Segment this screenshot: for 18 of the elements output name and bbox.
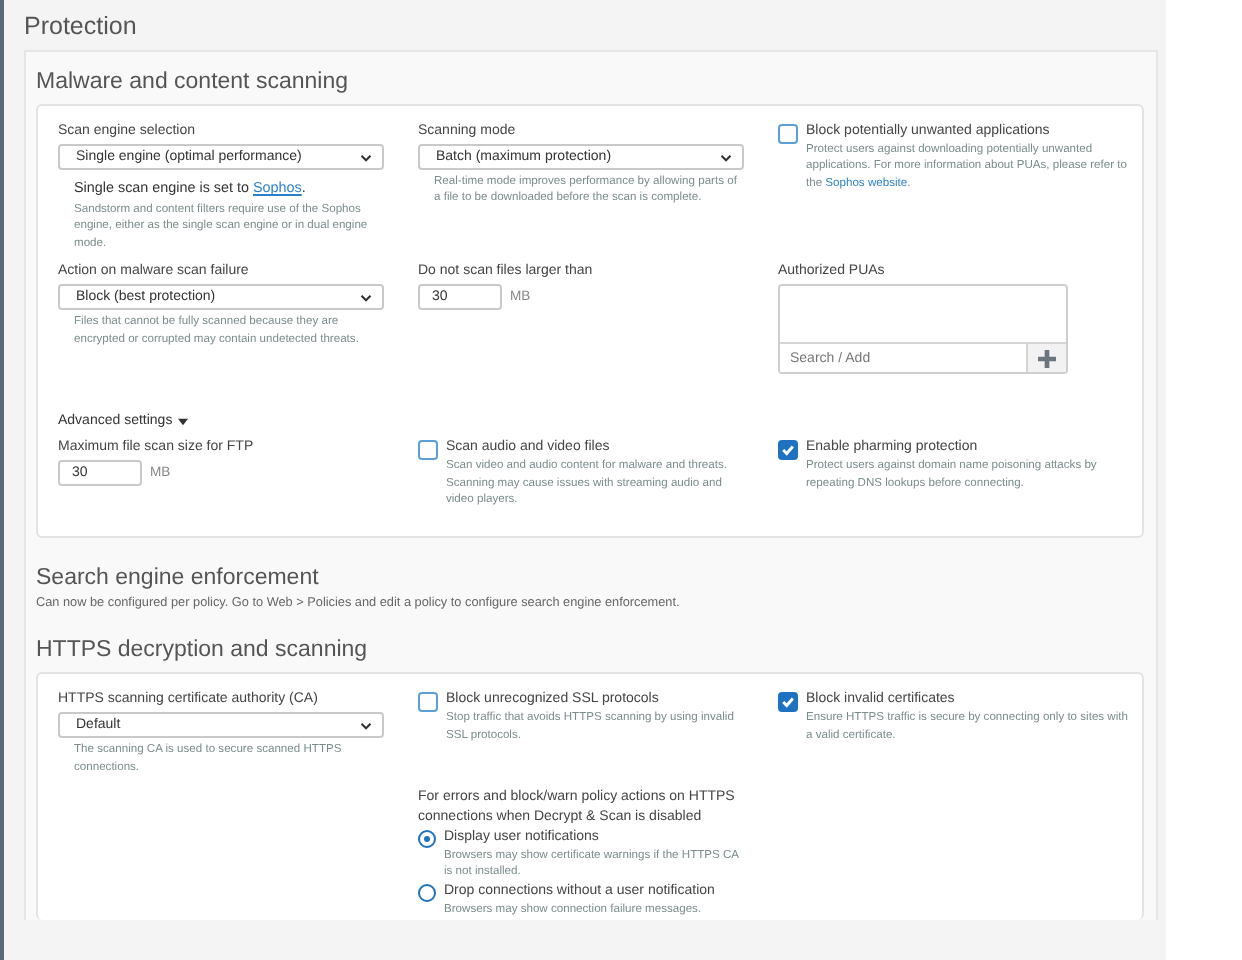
- section-title: Search engine enforcement: [36, 566, 321, 591]
- section-title: Malware and content scanning: [36, 70, 350, 94]
- checkbox[interactable]: [418, 692, 438, 713]
- chevron-down-icon: [360, 153, 372, 161]
- caret-icon: [178, 417, 189, 426]
- checkbox[interactable]: [778, 692, 798, 713]
- section-title: HTTPS decryption and scanning: [36, 638, 370, 663]
- add-button[interactable]: [1028, 342, 1066, 373]
- checkbox[interactable]: [778, 440, 798, 461]
- radio-button[interactable]: [418, 830, 436, 848]
- radio-button[interactable]: [418, 883, 436, 902]
- chevron-down-icon: [720, 153, 732, 161]
- plus-icon: [1038, 349, 1056, 368]
- checkbox[interactable]: [418, 440, 438, 461]
- chevron-down-icon: [360, 293, 372, 302]
- checkbox[interactable]: [778, 124, 798, 144]
- page-title: Protection: [24, 10, 139, 44]
- chevron-down-icon: [360, 721, 372, 730]
